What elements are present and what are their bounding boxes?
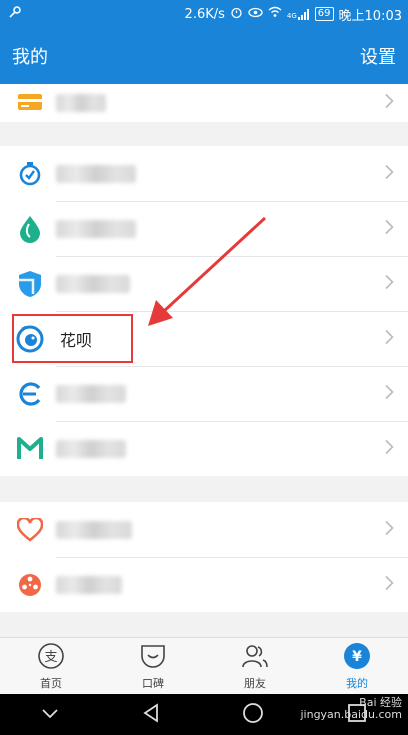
blurred-label [56,219,136,238]
friends-icon [240,642,270,673]
blurred-label [56,384,126,403]
chevron-right-icon [385,274,394,293]
network-speed: 2.6K/s [184,6,225,22]
tab-home[interactable]: 支 首页 [0,638,102,694]
list-item-5[interactable] [0,366,408,421]
tab-label: 口碑 [142,676,164,690]
chevron-right-icon [385,329,394,348]
chevron-right-icon [385,384,394,403]
battery-indicator: 69 [314,7,334,21]
clock: 晚上10:03 [338,8,402,24]
list-group-bottom [0,502,408,612]
list-item-3[interactable] [0,256,408,311]
list-item-1[interactable] [0,146,408,201]
film-reel-icon [16,571,44,599]
home-circle-icon[interactable] [242,702,264,728]
tab-label: 首页 [40,676,62,690]
tab-label: 朋友 [244,676,266,690]
tab-friends[interactable]: 朋友 [204,638,306,694]
alarm-icon [230,6,243,23]
svg-text:¥: ¥ [352,649,362,665]
drop-icon [16,215,44,243]
list-item-huabei[interactable]: 花呗 [0,311,408,366]
chevron-right-icon [385,93,394,113]
m-icon [16,435,44,463]
chevron-down-icon[interactable] [41,705,59,724]
app-header: 我的 设置 [0,28,408,84]
status-bar: 2.6K/s 4G 69 晚上10:03 [0,0,408,28]
blurred-label [56,520,132,539]
koubei-icon [139,642,167,673]
tab-bar: 支 首页 口碑 朋友 ¥ 我的 [0,637,408,694]
key-icon [8,5,22,23]
signal-icon: 4G [287,8,310,20]
list-item-card[interactable] [0,84,408,122]
zhi-icon: 支 [37,642,65,673]
chevron-right-icon [385,164,394,183]
card-icon [16,89,44,117]
list-group-top [0,84,408,122]
chevron-right-icon [385,520,394,539]
chevron-right-icon [385,575,394,594]
list-item-7[interactable] [0,502,408,557]
blurred-label [56,164,136,183]
blurred-label [56,575,122,594]
svg-text:支: 支 [44,650,57,665]
wifi-icon [268,6,282,22]
list-item-8[interactable] [0,557,408,612]
huabei-icon [16,325,44,353]
yen-icon: ¥ [343,642,371,673]
eye-icon [248,7,263,22]
shield-icon [16,270,44,298]
page-title: 我的 [12,47,48,68]
list-item-6[interactable] [0,421,408,476]
list-item-2[interactable] [0,201,408,256]
tab-koubei[interactable]: 口碑 [102,638,204,694]
chevron-right-icon [385,219,394,238]
blurred-label [56,439,126,458]
blurred-label [56,94,106,112]
tab-label: 我的 [346,676,368,690]
watermark: Bai 经验 jingyan.baidu.com [300,696,402,721]
e-icon [16,380,44,408]
huabei-label: 花呗 [60,330,93,350]
stopwatch-icon [16,160,44,188]
back-icon[interactable] [142,702,160,727]
tab-mine[interactable]: ¥ 我的 [306,638,408,694]
chevron-right-icon [385,439,394,458]
list-group-services: 花呗 [0,146,408,476]
blurred-label [56,274,130,293]
heart-icon [16,516,44,544]
settings-button[interactable]: 设置 [360,43,396,69]
